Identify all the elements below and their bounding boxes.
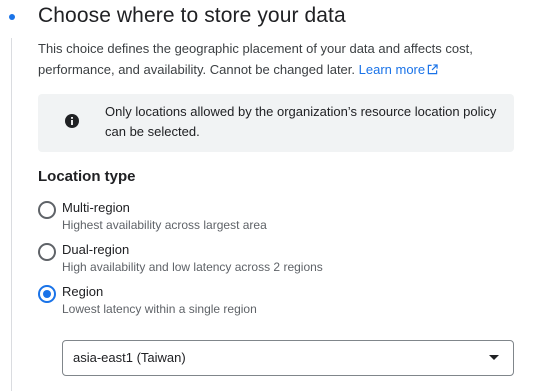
radio-description: Highest availability across largest area [62, 218, 267, 232]
step-description: This choice defines the geographic place… [38, 38, 508, 80]
region-radio[interactable] [38, 285, 56, 303]
dual-region-radio[interactable] [38, 243, 56, 261]
step-title: Choose where to store your data [38, 4, 346, 27]
step-indicator-dot [9, 14, 15, 20]
radio-option-region[interactable]: Region Lowest latency within a single re… [38, 284, 458, 320]
step-rail [11, 38, 12, 391]
location-policy-notice: Only locations allowed by the organizati… [38, 94, 514, 152]
radio-label: Multi-region [62, 200, 130, 215]
radio-label: Dual-region [62, 242, 130, 257]
info-icon [65, 114, 79, 128]
radio-description: Lowest latency within a single region [62, 302, 257, 316]
radio-description: High availability and low latency across… [62, 260, 323, 274]
learn-more-link[interactable]: Learn more [359, 62, 438, 77]
external-link-icon [427, 64, 438, 75]
chevron-down-icon [489, 355, 499, 360]
multi-region-radio[interactable] [38, 201, 56, 219]
notice-text: Only locations allowed by the organizati… [105, 104, 497, 139]
region-select[interactable]: asia-east1 (Taiwan) [62, 340, 514, 376]
storage-location-step: Choose where to store your data This cho… [0, 0, 537, 391]
region-select-value: asia-east1 (Taiwan) [73, 350, 186, 365]
radio-label: Region [62, 284, 104, 299]
location-type-label: Location type [38, 168, 136, 185]
radio-option-dual-region[interactable]: Dual-region High availability and low la… [38, 242, 458, 278]
learn-more-label: Learn more [358, 62, 426, 77]
radio-option-multi-region[interactable]: Multi-region Highest availability across… [38, 200, 458, 236]
